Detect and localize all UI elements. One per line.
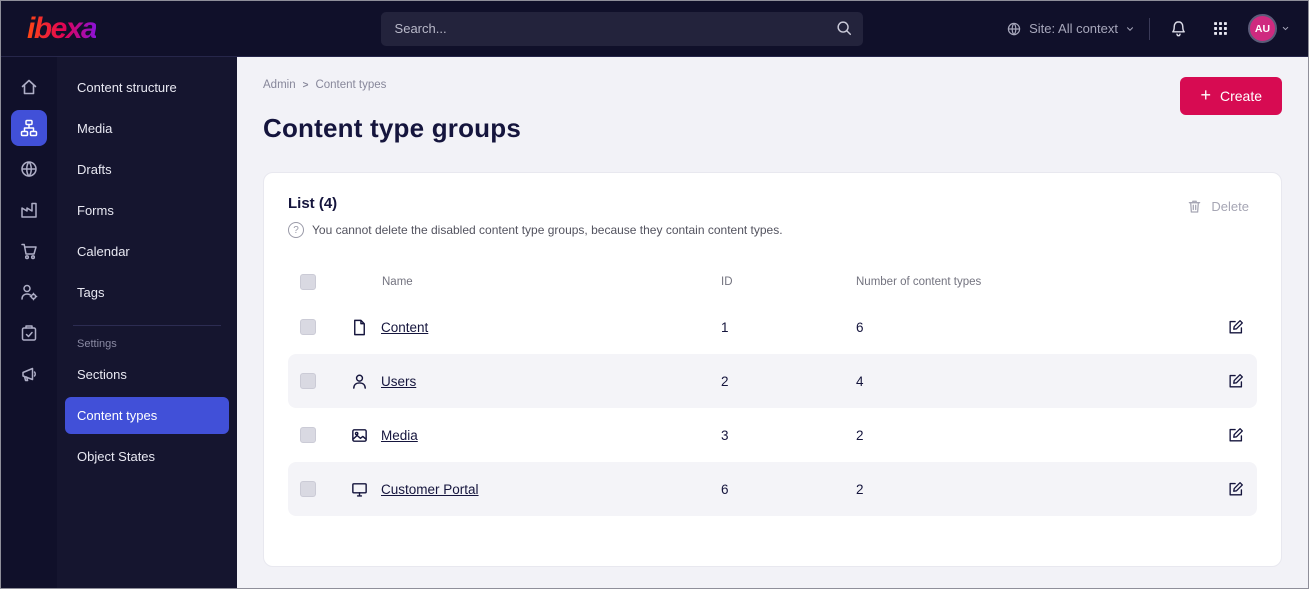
table-header: Name ID Number of content types (288, 264, 1257, 300)
sidebar-item-label: Forms (77, 203, 114, 218)
topbar-right: Site: All context AU (1006, 14, 1308, 43)
help-icon: ? (288, 222, 304, 238)
group-count: 2 (856, 427, 864, 443)
breadcrumb-current: Content types (315, 79, 387, 91)
global-search (380, 11, 863, 46)
edit-button[interactable] (1227, 318, 1245, 336)
breadcrumb-separator: > (302, 79, 309, 91)
breadcrumb: Admin > Content types (263, 79, 1282, 91)
row-checkbox (300, 319, 316, 335)
content-type-groups-card: List (4) ? You cannot delete the disable… (263, 172, 1282, 567)
column-header-count: Number of content types (856, 276, 982, 288)
plus-icon: + (1200, 85, 1211, 105)
table-row: Users 2 4 (288, 354, 1257, 408)
sidebar-item-tags[interactable]: Tags (65, 274, 229, 311)
group-link[interactable]: Users (381, 374, 416, 389)
group-count: 4 (856, 373, 864, 389)
content-type-groups-table: Name ID Number of content types Content … (288, 264, 1257, 516)
breadcrumb-admin[interactable]: Admin (263, 79, 296, 91)
admin-user-gear-icon[interactable] (11, 274, 47, 310)
user-menu[interactable]: AU (1248, 14, 1290, 43)
sidebar-item-drafts[interactable]: Drafts (65, 151, 229, 188)
avatar: AU (1248, 14, 1277, 43)
table-row: Media 3 2 (288, 408, 1257, 462)
sidebar-section-settings: Settings (77, 338, 117, 350)
sidebar-item-object-states[interactable]: Object States (65, 438, 229, 475)
ibexa-logo[interactable]: ibexa (27, 13, 98, 44)
edit-button[interactable] (1227, 372, 1245, 390)
topbar-divider (1149, 17, 1150, 40)
commerce-cart-icon[interactable] (11, 233, 47, 269)
list-info-text: You cannot delete the disabled content t… (312, 223, 783, 237)
content-structure-icon[interactable] (11, 110, 47, 146)
group-id: 3 (721, 427, 729, 443)
search-icon[interactable] (835, 19, 853, 37)
main-content: Admin > Content types + Create Content t… (237, 57, 1308, 588)
sidebar: Content structure Media Drafts Forms Cal… (57, 57, 237, 588)
group-link[interactable]: Customer Portal (381, 482, 479, 497)
sidebar-item-label: Media (77, 121, 113, 136)
icon-rail (1, 57, 57, 588)
edit-button[interactable] (1227, 480, 1245, 498)
sidebar-item-label: Sections (77, 367, 127, 382)
sidebar-item-content-types[interactable]: Content types (65, 397, 229, 434)
create-button[interactable]: + Create (1180, 77, 1282, 115)
customer-portal-monitor-icon (350, 480, 369, 499)
sidebar-item-label: Tags (77, 285, 105, 300)
product-catalog-icon[interactable] (11, 192, 47, 228)
page-title: Content type groups (263, 113, 522, 143)
media-image-icon (350, 426, 369, 445)
chevron-down-icon (1281, 24, 1290, 33)
marketing-megaphone-icon[interactable] (11, 356, 47, 392)
column-header-name: Name (382, 276, 413, 288)
group-id: 6 (721, 481, 729, 497)
edit-button[interactable] (1227, 426, 1245, 444)
delete-button-label: Delete (1211, 199, 1249, 214)
app-window: ibexa Site: All context (0, 0, 1309, 589)
sidebar-item-media[interactable]: Media (65, 110, 229, 147)
activity-check-icon[interactable] (11, 315, 47, 351)
content-file-icon (350, 318, 369, 337)
list-info: ? You cannot delete the disabled content… (288, 222, 1257, 238)
delete-button: Delete (1180, 197, 1255, 216)
row-checkbox (300, 481, 316, 497)
sidebar-item-content-structure[interactable]: Content structure (65, 69, 229, 106)
row-checkbox (300, 427, 316, 443)
sidebar-item-forms[interactable]: Forms (65, 192, 229, 229)
group-count: 2 (856, 481, 864, 497)
sidebar-item-sections[interactable]: Sections (65, 356, 229, 393)
home-icon[interactable] (11, 69, 47, 105)
chevron-down-icon (1125, 24, 1135, 34)
group-count: 6 (856, 319, 864, 335)
group-id: 2 (721, 373, 729, 389)
topbar-center (237, 11, 1006, 46)
list-title: List (4) (288, 195, 338, 212)
site-search-icon[interactable] (11, 151, 47, 187)
trash-icon (1186, 198, 1203, 215)
group-link[interactable]: Content (381, 320, 428, 335)
row-checkbox (300, 373, 316, 389)
sidebar-item-label: Calendar (77, 244, 130, 259)
sidebar-item-label: Drafts (77, 162, 112, 177)
create-button-label: Create (1219, 88, 1262, 104)
sidebar-item-label: Content structure (77, 80, 177, 95)
notifications-bell-icon[interactable] (1164, 15, 1192, 43)
table-row: Customer Portal 6 2 (288, 462, 1257, 516)
search-input[interactable] (380, 11, 863, 46)
sidebar-item-calendar[interactable]: Calendar (65, 233, 229, 270)
app-switcher-grid-icon[interactable] (1206, 15, 1234, 43)
select-all-checkbox (300, 274, 316, 290)
users-icon (350, 372, 369, 391)
table-row: Content 1 6 (288, 300, 1257, 354)
site-context-label: Site: All context (1029, 21, 1118, 36)
group-id: 1 (721, 319, 729, 335)
column-header-id: ID (721, 276, 733, 288)
group-link[interactable]: Media (381, 428, 418, 443)
globe-icon (1006, 21, 1022, 37)
topbar: ibexa Site: All context (1, 1, 1308, 57)
logo-area: ibexa (1, 13, 237, 44)
site-context-selector[interactable]: Site: All context (1006, 21, 1135, 37)
sidebar-item-label: Content types (77, 408, 158, 423)
sidebar-item-label: Object States (77, 449, 156, 464)
